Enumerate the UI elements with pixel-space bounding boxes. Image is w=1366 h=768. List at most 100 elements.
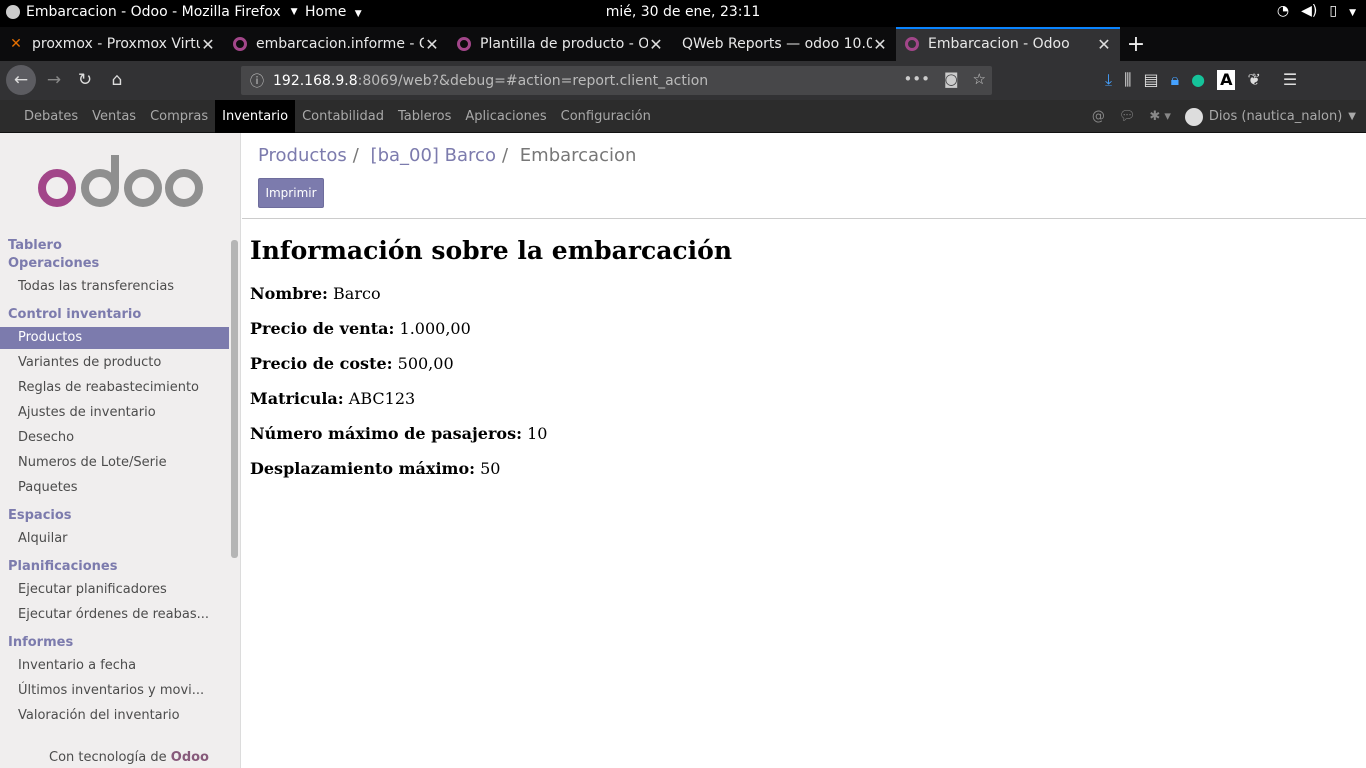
menu-compras[interactable]: Compras [143, 100, 215, 133]
chevron-down-icon: ▼ [354, 9, 362, 19]
new-tab-button[interactable]: + [1120, 27, 1152, 61]
font-extension-icon[interactable]: A [1217, 70, 1236, 90]
close-icon[interactable]: ✕ [424, 35, 440, 54]
menu-inventario[interactable]: Inventario [215, 100, 296, 133]
library-icon[interactable]: ⫼ [1124, 70, 1131, 90]
section-espacios: Espacios [8, 508, 72, 523]
menu-configuracion[interactable]: Configuración [554, 100, 658, 133]
sidebar-item-ajustes[interactable]: Ajustes de inventario [0, 402, 229, 424]
url-path: :8069/web?&debug=#action=report.client_a… [357, 72, 709, 89]
odoo-logo[interactable] [38, 155, 206, 217]
sidebar-item-variantes[interactable]: Variantes de producto [0, 352, 229, 374]
forward-button[interactable]: → [40, 66, 68, 94]
sidebar-item-ejecutar-ordenes[interactable]: Ejecutar órdenes de reabas... [0, 604, 229, 626]
field-label: Precio de coste: [250, 354, 393, 373]
system-tray[interactable]: ◔ ◀) ▯ ▼ [1277, 3, 1356, 23]
report: Información sobre la embarcación Nombre:… [250, 236, 732, 494]
debug-bug-icon[interactable]: ✱ ▾ [1149, 109, 1171, 124]
pocket-icon[interactable]: ◙ [944, 70, 959, 88]
browser-tab[interactable]: embarcacion.informe - Od ✕ [224, 27, 448, 61]
browser-tab[interactable]: QWeb Reports — odoo 10.0 ✕ [672, 27, 896, 61]
bookmark-star-icon[interactable]: ☆ [973, 70, 986, 88]
close-icon[interactable]: ✕ [200, 35, 216, 54]
sidebar-item-inventario-fecha[interactable]: Inventario a fecha [0, 655, 229, 677]
browser-tab[interactable]: Plantilla de producto - Od ✕ [448, 27, 672, 61]
app-title: Embarcacion - Odoo - Mozilla Firefox [26, 4, 281, 20]
odoo-logo-graphic [38, 155, 203, 207]
avatar [1184, 107, 1203, 126]
section-informes: Informes [8, 635, 74, 650]
breadcrumb-current: Embarcacion [519, 145, 637, 166]
sidebar-icon[interactable]: ▤ [1143, 70, 1158, 90]
sidebar-item-reglas[interactable]: Reglas de reabastecimiento [0, 377, 229, 399]
url-bar[interactable]: ⓘ 192.168.9.8:8069/web?&debug=#action=re… [241, 66, 992, 95]
powered-prefix: Con tecnología de [49, 750, 167, 765]
home-button[interactable]: ⌂ [103, 66, 131, 94]
user-menu[interactable]: Dios (nautica_nalon) ▼ [1184, 107, 1356, 126]
user-name: Dios (nautica_nalon) [1208, 109, 1343, 124]
sidebar-item-todas-transferencias[interactable]: Todas las transferencias [0, 276, 229, 298]
proxmox-icon: ✕ [10, 36, 22, 52]
sidebar-item-lotes[interactable]: Numeros de Lote/Serie [0, 452, 229, 474]
page-actions-icon[interactable]: ••• [903, 70, 930, 88]
breadcrumb-productos[interactable]: Productos [258, 145, 347, 166]
sidebar-item-productos[interactable]: Productos [0, 327, 229, 349]
sidebar-item-valoracion[interactable]: Valoración del inventario [0, 705, 229, 727]
menu-aplicaciones[interactable]: Aplicaciones [458, 100, 553, 133]
lock-icon[interactable]: 🔒︎ [1171, 70, 1180, 90]
menu-debates[interactable]: Debates [17, 100, 85, 133]
field-label: Matricula: [250, 389, 344, 408]
field-value: 1.000,00 [399, 319, 471, 338]
at-icon[interactable]: @ [1092, 109, 1105, 124]
tab-title: Embarcacion - Odoo [928, 36, 1070, 52]
browser-tab[interactable]: ✕ proxmox - Proxmox Virtua ✕ [0, 27, 224, 61]
section-planificaciones: Planificaciones [8, 559, 118, 574]
tab-title: proxmox - Proxmox Virtua [32, 36, 200, 52]
menu-tableros[interactable]: Tableros [391, 100, 458, 133]
close-icon[interactable]: ✕ [648, 35, 664, 54]
tab-title: Plantilla de producto - Od [480, 36, 648, 52]
wifi-icon: ◔ [1276, 3, 1290, 19]
breadcrumb-separator: / [501, 145, 509, 166]
tab-bar: ✕ proxmox - Proxmox Virtua ✕ embarcacion… [0, 27, 1366, 61]
field-label: Nombre: [250, 284, 328, 303]
sidebar-item-paquetes[interactable]: Paquetes [0, 477, 229, 499]
home-label: Home [305, 4, 347, 20]
chat-icon[interactable]: 💬︎ [1119, 109, 1136, 124]
extension-icon[interactable]: ❦ [1247, 70, 1260, 90]
section-tablero[interactable]: Tablero [0, 237, 229, 255]
app-menu[interactable]: Embarcacion - Odoo - Mozilla Firefox ▼ [6, 4, 298, 20]
close-icon[interactable]: ✕ [872, 35, 888, 54]
chevron-down-icon: ▼ [290, 7, 298, 17]
back-button[interactable]: ← [6, 65, 36, 95]
breadcrumb-separator: / [352, 145, 359, 166]
home-menu[interactable]: Home ▼ [305, 4, 362, 20]
download-icon[interactable]: ⤓ [1105, 70, 1112, 90]
info-icon[interactable]: ⓘ [241, 71, 273, 91]
field-label: Precio de venta: [250, 319, 395, 338]
report-title: Información sobre la embarcación [250, 236, 733, 265]
report-field: Matricula: ABC123 [250, 389, 732, 424]
field-label: Desplazamiento máximo: [250, 459, 476, 478]
sidebar-item-ejecutar-planificadores[interactable]: Ejecutar planificadores [0, 579, 229, 601]
sidebar-item-alquilar[interactable]: Alquilar [0, 528, 229, 550]
sidebar-item-ultimos-inventarios[interactable]: Últimos inventarios y movi... [0, 680, 229, 702]
main-content: Productos / [ba_00] Barco / Embarcacion Im… [242, 133, 1366, 768]
system-top-bar: Embarcacion - Odoo - Mozilla Firefox ▼ H… [0, 0, 1366, 27]
menu-ventas[interactable]: Ventas [85, 100, 143, 133]
menu-contabilidad[interactable]: Contabilidad [295, 100, 391, 133]
grammarly-icon[interactable]: ● [1191, 70, 1205, 90]
sidebar-scrollbar[interactable] [231, 240, 238, 558]
powered-by[interactable]: Con tecnología de Odoo [49, 750, 209, 765]
section-operaciones: Operaciones [8, 256, 100, 271]
breadcrumb-barco[interactable]: [ba_00] Barco [371, 145, 496, 166]
print-button[interactable]: Imprimir [258, 178, 324, 208]
sidebar-menu: Tablero Operaciones Todas las transferen… [0, 237, 229, 730]
field-value: 500,00 [397, 354, 454, 373]
reload-button[interactable]: ↻ [71, 66, 99, 94]
close-icon[interactable]: ✕ [1096, 35, 1112, 54]
hamburger-menu-icon[interactable]: ☰ [1283, 70, 1297, 90]
divider [242, 218, 1366, 219]
browser-tab-active[interactable]: Embarcacion - Odoo ✕ [896, 27, 1120, 61]
sidebar-item-desecho[interactable]: Desecho [0, 427, 229, 449]
